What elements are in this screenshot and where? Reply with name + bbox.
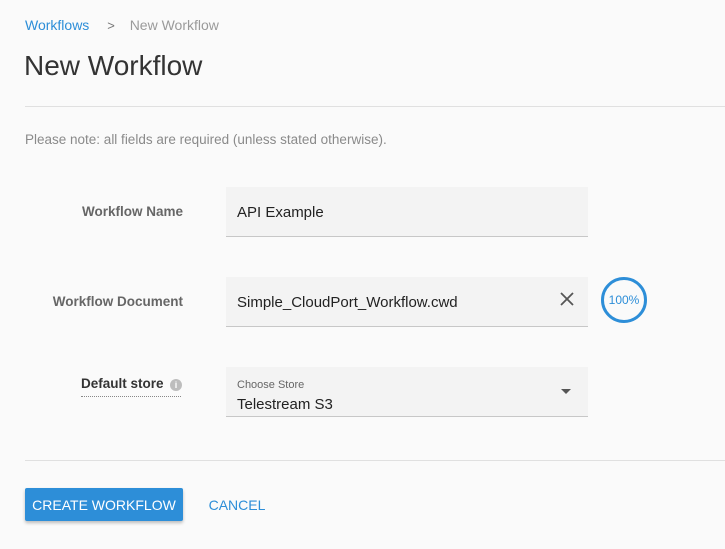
workflow-name-label: Workflow Name	[81, 204, 183, 219]
breadcrumb-separator: >	[107, 18, 115, 33]
header-divider	[25, 106, 725, 107]
breadcrumb: Workflows > New Workflow	[25, 17, 219, 33]
workflow-document-field[interactable]: Simple_CloudPort_Workflow.cwd	[226, 277, 588, 327]
workflow-name-field[interactable]: API Example	[226, 187, 588, 237]
workflow-document-value: Simple_CloudPort_Workflow.cwd	[237, 294, 458, 311]
breadcrumb-current: New Workflow	[129, 17, 219, 33]
footer-divider	[25, 460, 725, 461]
close-icon[interactable]	[558, 290, 576, 308]
page-title: New Workflow	[24, 50, 203, 81]
upload-progress-indicator: 100%	[601, 277, 647, 323]
default-store-label-wrap: Default store	[81, 376, 181, 397]
workflow-name-value: API Example	[237, 204, 324, 221]
cancel-button[interactable]: CANCEL	[200, 488, 274, 521]
default-store-label-underline	[81, 396, 181, 397]
required-fields-note: Please note: all fields are required (un…	[25, 132, 387, 147]
workflow-document-label: Workflow Document	[52, 294, 183, 309]
create-workflow-button[interactable]: CREATE WORKFLOW	[25, 488, 183, 521]
default-store-value: Telestream S3	[237, 396, 333, 413]
chevron-down-icon[interactable]	[561, 389, 571, 394]
default-store-label: Default store	[81, 376, 164, 391]
default-store-caption: Choose Store	[237, 379, 305, 391]
breadcrumb-workflows-link[interactable]: Workflows	[25, 17, 89, 33]
default-store-select[interactable]: Choose Store Telestream S3	[226, 367, 588, 417]
info-icon[interactable]: i	[170, 379, 182, 391]
